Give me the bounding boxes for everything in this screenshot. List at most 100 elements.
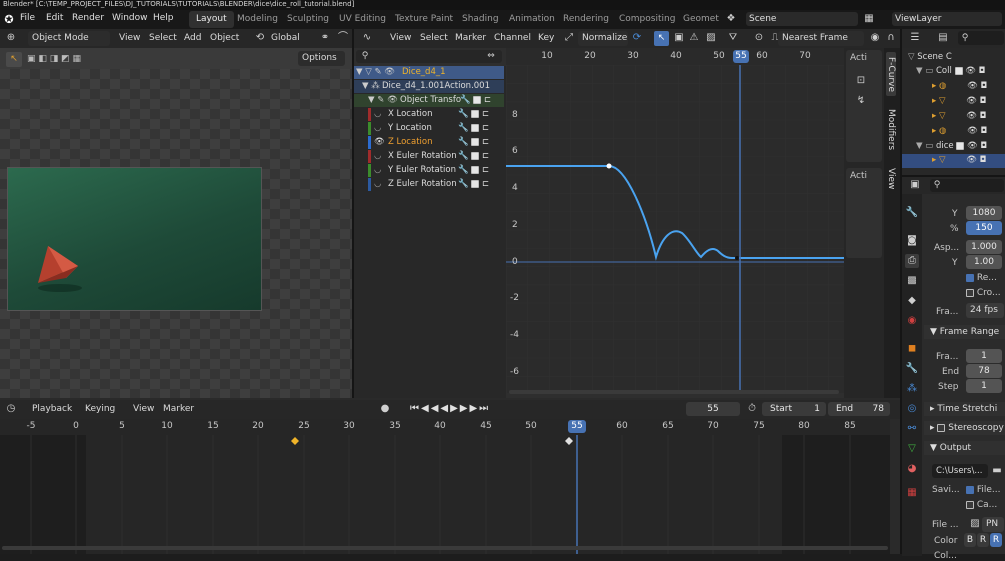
crop-checkbox[interactable]: Cro... xyxy=(966,288,1001,298)
outliner-collection-dice-row[interactable]: ▼ ▭ dice 👁 ◘ xyxy=(916,140,987,153)
sidebar-icon[interactable]: ↯ xyxy=(854,94,868,108)
tab-f-curve[interactable]: F-Curve xyxy=(886,52,896,96)
timeline-scrollbar[interactable] xyxy=(2,546,888,550)
fcurve-row-y-location[interactable]: ◡ Y Location 🔧 ⊏ xyxy=(354,122,504,135)
viewport-area[interactable]: ⊕ Object Mode View Select Add Object ⟲ G… xyxy=(0,29,352,398)
resolution-y-field[interactable]: 1080 xyxy=(966,206,1002,220)
tab-compositing[interactable]: Compositing xyxy=(612,11,682,28)
display-mode-icon[interactable]: ▤ xyxy=(936,31,950,45)
output-icon[interactable]: ⎙ xyxy=(905,254,919,268)
auto-keying-record-icon[interactable]: ● xyxy=(378,402,392,416)
render-region-checkbox[interactable]: Re... xyxy=(966,273,997,283)
selection-mode-icons[interactable]: ▣ ◧ ◨ ◩ ▦ xyxy=(27,52,97,67)
data-icon[interactable]: ▽ xyxy=(905,442,919,456)
stereoscopy-panel-header[interactable]: ▸ Stereoscopy xyxy=(924,421,1005,435)
timeline-menu-playback[interactable]: Playback xyxy=(28,402,76,417)
object-icon[interactable]: ◼ xyxy=(905,342,919,356)
outliner-selected-row[interactable]: ▸ ▽ 👁 ◘ xyxy=(902,154,1005,168)
timeline-body[interactable] xyxy=(0,435,890,554)
outliner-object-row[interactable]: ▸ ▽ 👁 ◘ xyxy=(932,110,986,123)
tab-uv-editing[interactable]: UV Editing xyxy=(332,11,393,28)
outliner-type-icon[interactable]: ☰ xyxy=(908,31,922,45)
tab-geometry[interactable]: Geomet xyxy=(676,11,726,28)
menu-window[interactable]: Window xyxy=(112,13,148,23)
scene-icon[interactable]: ◆ xyxy=(905,294,919,308)
start-frame-field[interactable]: Start 1 xyxy=(762,402,826,416)
graph-frame-ruler[interactable]: 10 20 30 40 50 60 70 55 xyxy=(506,48,844,65)
viewport-menu-add[interactable]: Add xyxy=(180,31,205,46)
options-dropdown[interactable]: Options xyxy=(298,51,345,66)
playback-controls[interactable]: ⏮◀◀◀▶▶▶⏭ xyxy=(410,402,490,416)
frame-rate-dropdown[interactable]: 24 fps xyxy=(966,303,1004,318)
view-layer-field[interactable]: ViewLayer xyxy=(892,12,1002,26)
tab-view[interactable]: View xyxy=(886,164,896,194)
menu-render[interactable]: Render xyxy=(72,13,104,23)
proportional-falloff-icon[interactable]: ∩ xyxy=(884,31,898,45)
constraints-icon[interactable]: ⚯ xyxy=(905,422,919,436)
channel-row-action[interactable]: ▼ ⁂ Dice_d4_1.001Action.001 xyxy=(354,80,504,93)
modifier-icon[interactable]: 🔧 xyxy=(905,362,919,376)
outliner-object-row[interactable]: ▸ ◍ 👁 ◘ xyxy=(932,80,987,93)
resolution-percent-field[interactable]: 150 xyxy=(966,221,1002,235)
time-stretching-panel-header[interactable]: ▸ Time Stretchi xyxy=(924,402,1005,416)
current-frame-field[interactable]: 55 xyxy=(686,402,740,416)
outliner-collection-row[interactable]: ▼ ▭ Coll 👁 ◘ xyxy=(916,65,985,78)
outliner-search[interactable]: ⚲ xyxy=(958,31,1004,45)
fcurve-row-y-rotation[interactable]: ◡ Y Euler Rotation 🔧 ⊏ xyxy=(354,164,504,177)
timeline-editor-type-icon[interactable]: ◷ xyxy=(4,402,18,416)
tab-animation[interactable]: Animation xyxy=(502,11,562,28)
frame-start-field[interactable]: 1 xyxy=(966,349,1002,363)
world-icon[interactable]: ◉ xyxy=(905,314,919,328)
active-modifier-panel[interactable]: Acti xyxy=(846,168,882,258)
graph-menu-view[interactable]: View xyxy=(386,31,415,46)
view-layer-selector-icon[interactable]: ▦ xyxy=(862,12,876,26)
viewport-menu-select[interactable]: Select xyxy=(145,31,181,46)
timeline-menu-marker[interactable]: Marker xyxy=(159,402,198,417)
aspect-y-field[interactable]: 1.00 xyxy=(966,255,1002,269)
tab-modifiers[interactable]: Modifiers xyxy=(886,102,896,158)
material-icon[interactable]: ◕ xyxy=(905,462,919,476)
color-rgba-button[interactable]: R xyxy=(990,533,1002,547)
texture-icon[interactable]: ▦ xyxy=(905,486,919,500)
end-frame-field[interactable]: End 78 xyxy=(828,402,890,416)
tab-modeling[interactable]: Modeling xyxy=(230,11,285,28)
show-hidden-icon[interactable]: ▣ xyxy=(672,31,686,45)
outliner-object-row[interactable]: ▸ ▽ 👁 ◘ xyxy=(932,95,986,108)
cache-result-checkbox[interactable]: Ca... xyxy=(966,500,997,510)
graph-current-frame-badge[interactable]: 55 xyxy=(733,50,749,63)
fcurve-row-x-rotation[interactable]: ◡ X Euler Rotation 🔧 ⊏ xyxy=(354,150,504,163)
tool-settings-icon[interactable]: 🔧 xyxy=(905,206,919,220)
channel-search-field[interactable]: ⚲ ⇔ xyxy=(356,50,502,63)
particles-icon[interactable]: ⁂ xyxy=(905,382,919,396)
tab-texture-paint[interactable]: Texture Paint xyxy=(388,11,460,28)
object-mode-dropdown[interactable]: Object Mode xyxy=(28,31,110,46)
tab-shading[interactable]: Shading xyxy=(455,11,506,28)
snap-icon[interactable]: ⌒ xyxy=(336,31,350,45)
proportional-edit-icon[interactable]: ◉ xyxy=(868,31,882,45)
errors-icon[interactable]: ⚠ xyxy=(687,31,701,45)
scene-selector-icon[interactable]: ❖ xyxy=(724,12,738,26)
graph-menu-marker[interactable]: Marker xyxy=(451,31,490,46)
tab-rendering[interactable]: Rendering xyxy=(556,11,616,28)
channel-row-group[interactable]: ▼ ✎ 👁 Object Transfo 🔧 ⊏ xyxy=(354,94,504,107)
file-format-dropdown[interactable]: PN xyxy=(982,517,1004,532)
tab-layout[interactable]: Layout xyxy=(189,11,234,28)
filter-icon[interactable]: ⛛ xyxy=(726,31,740,45)
timeline-menu-view[interactable]: View xyxy=(129,402,158,417)
physics-icon[interactable]: ◎ xyxy=(905,402,919,416)
channel-row-object[interactable]: ▼ ▽ ✎ 👁 Dice_d4_1 xyxy=(354,66,504,79)
tab-sculpting[interactable]: Sculpting xyxy=(280,11,336,28)
editor-type-icon[interactable]: ⊕ xyxy=(4,31,18,45)
filter-toggle-icon[interactable]: ▨ xyxy=(704,31,718,45)
normalize-icon[interactable]: ⤢ xyxy=(562,31,576,45)
file-extensions-checkbox[interactable]: File... xyxy=(966,485,1001,495)
color-bw-button[interactable]: B xyxy=(964,533,976,547)
outliner-scene-row[interactable]: ▽ Scene C xyxy=(908,51,952,64)
timeline-menu-keying[interactable]: Keying xyxy=(81,402,119,417)
frame-range-panel-header[interactable]: ▼ Frame Range xyxy=(924,325,1005,339)
only-selected-icon[interactable]: ↖ xyxy=(654,31,669,46)
outliner-object-row[interactable]: ▸ ◍ 👁 ◘ xyxy=(932,125,987,138)
menu-edit[interactable]: Edit xyxy=(46,13,63,23)
graph-menu-select[interactable]: Select xyxy=(416,31,452,46)
folder-icon[interactable]: ▬ xyxy=(990,464,1004,478)
